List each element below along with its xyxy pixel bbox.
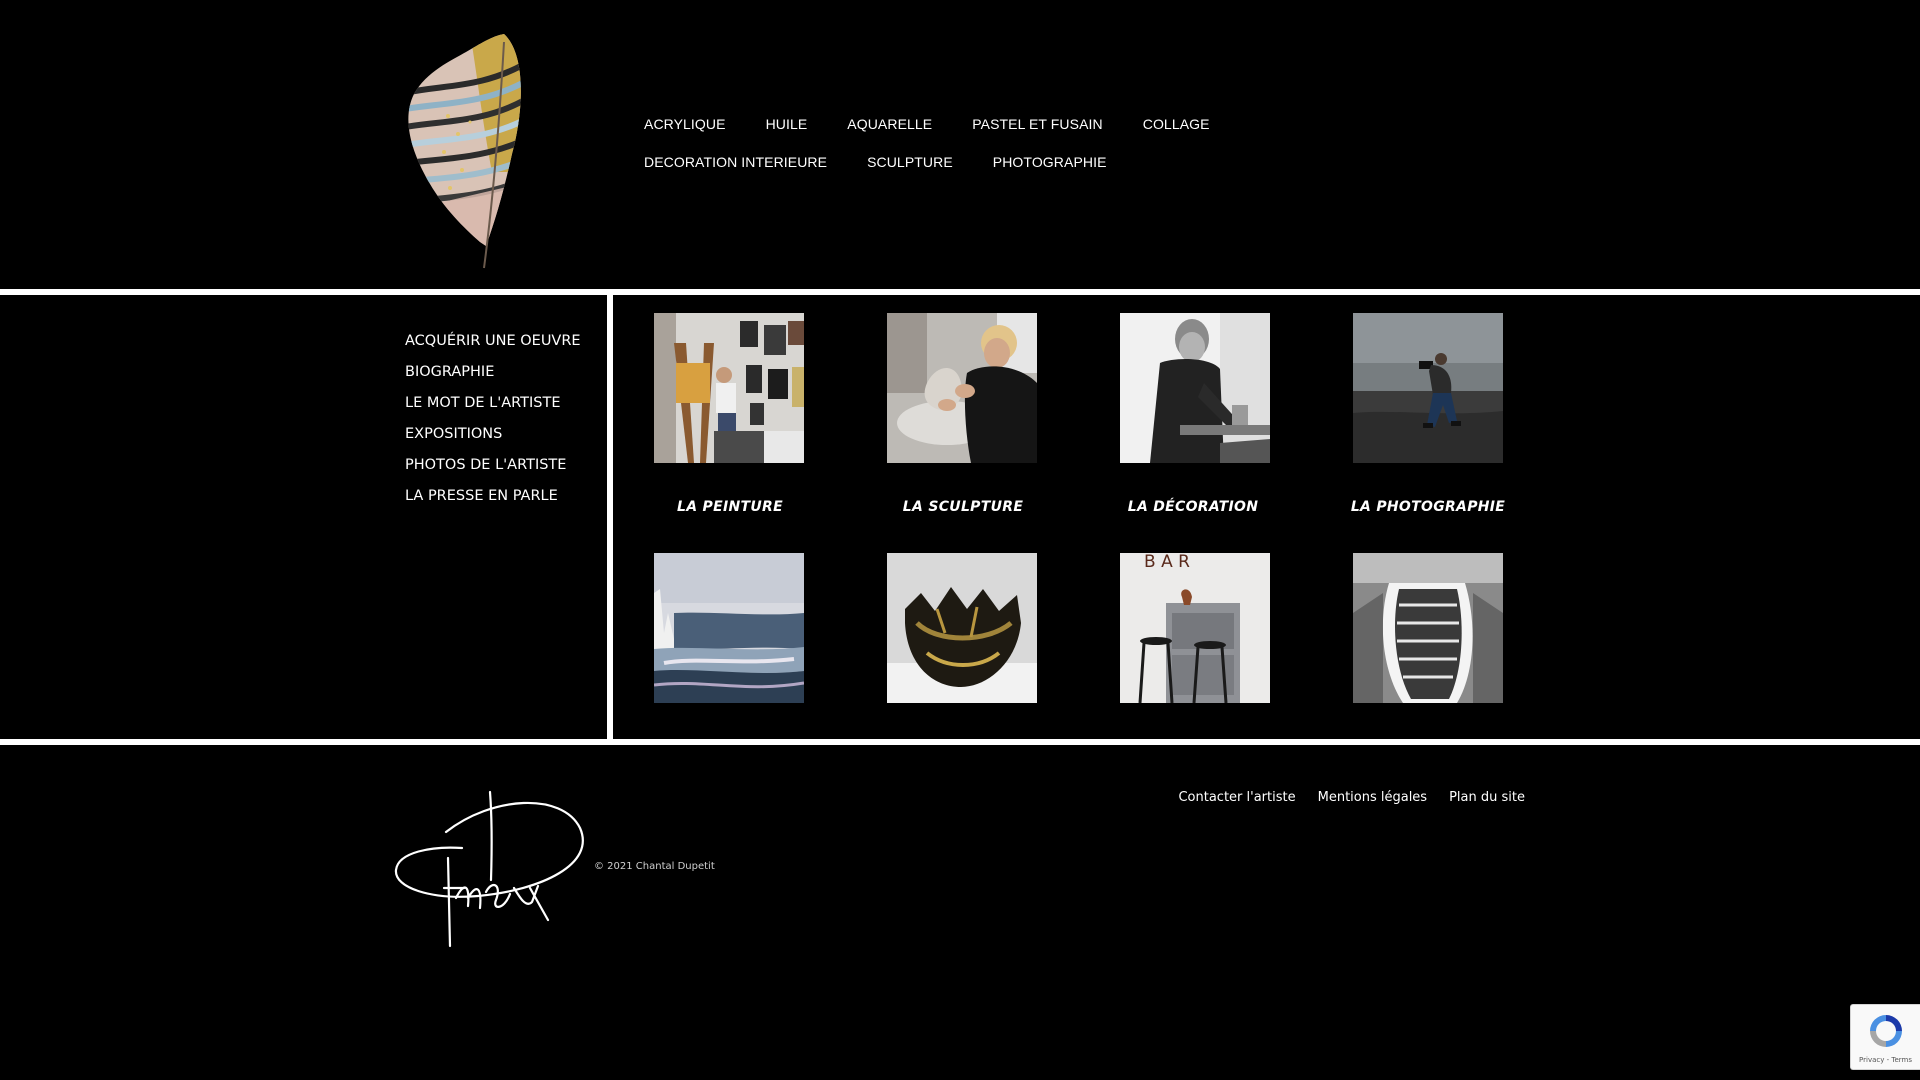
artist-painting-photo [654, 313, 804, 463]
tile-artwork-decoration[interactable]: B A R [1120, 553, 1270, 703]
main-nav: ACRYLIQUE HUILE AQUARELLE PASTEL ET FUSA… [624, 112, 1444, 174]
header-divider [0, 289, 1920, 295]
signature-graphic [394, 790, 584, 948]
nav-collage[interactable]: COLLAGE [1123, 112, 1230, 136]
footer-divider [0, 739, 1920, 745]
tile-artwork-painting[interactable] [654, 553, 804, 703]
tile-artist-decorating[interactable] [1120, 313, 1270, 463]
recaptcha-badge[interactable]: Privacy - Terms [1850, 1004, 1920, 1070]
sidebar-nav: ACQUÉRIR UNE OEUVRE BIOGRAPHIE LE MOT DE… [405, 326, 605, 512]
nav-pastel-et-fusain[interactable]: PASTEL ET FUSAIN [952, 112, 1123, 136]
bronze-bowl-sculpture [887, 553, 1037, 703]
nav-photographie[interactable]: PHOTOGRAPHIE [973, 150, 1127, 174]
category-photographie[interactable]: LA PHOTOGRAPHIE [1318, 499, 1538, 515]
feather-logo[interactable] [400, 32, 528, 272]
seascape-painting [654, 553, 804, 703]
tile-artwork-photography[interactable] [1353, 553, 1503, 703]
nav-huile[interactable]: HUILE [746, 112, 828, 136]
artist-decorating-photo [1120, 313, 1270, 463]
copyright-text: © 2021 Chantal Dupetit [594, 861, 715, 872]
sidebar-item-expositions[interactable]: EXPOSITIONS [405, 419, 605, 450]
recaptcha-icon [1869, 1015, 1902, 1047]
site-header: ACRYLIQUE HUILE AQUARELLE PASTEL ET FUSA… [0, 0, 1920, 288]
bar-furniture-decoration: B A R [1120, 553, 1270, 703]
artist-signature [392, 788, 588, 948]
recaptcha-terms: Privacy - Terms [1859, 1056, 1912, 1064]
category-sculpture[interactable]: LA SCULPTURE [853, 499, 1073, 515]
nav-sculpture[interactable]: SCULPTURE [847, 150, 973, 174]
footer-link-plan[interactable]: Plan du site [1449, 790, 1525, 805]
tile-artist-painting[interactable] [654, 313, 804, 463]
nav-decoration-interieure[interactable]: DECORATION INTERIEURE [624, 150, 847, 174]
tile-artist-photographing[interactable] [1353, 313, 1503, 463]
tile-artwork-sculpture[interactable] [887, 553, 1037, 703]
sidebar-item-biographie[interactable]: BIOGRAPHIE [405, 357, 605, 388]
nav-aquarelle[interactable]: AQUARELLE [827, 112, 952, 136]
sidebar-item-mot-artiste[interactable]: LE MOT DE L'ARTISTE [405, 388, 605, 419]
page: ACRYLIQUE HUILE AQUARELLE PASTEL ET FUSA… [0, 0, 1920, 1080]
category-decoration[interactable]: LA DÉCORATION [1083, 499, 1303, 515]
nav-acrylique[interactable]: ACRYLIQUE [624, 112, 746, 136]
footer-nav: Contacter l'artiste Mentions légales Pla… [1178, 790, 1525, 805]
sidebar-item-photos-artiste[interactable]: PHOTOS DE L'ARTISTE [405, 450, 605, 481]
artist-sculpting-photo [887, 313, 1037, 463]
boat-photograph [1353, 553, 1503, 703]
artist-photographing-photo [1353, 313, 1503, 463]
footer-link-contact[interactable]: Contacter l'artiste [1178, 790, 1295, 805]
bar-sign-text: B A R [1144, 553, 1190, 572]
feather-logo-icon [408, 34, 521, 269]
footer-link-mentions[interactable]: Mentions légales [1318, 790, 1427, 805]
sidebar-item-acquerir[interactable]: ACQUÉRIR UNE OEUVRE [405, 326, 605, 357]
sidebar-divider [607, 289, 613, 739]
sidebar-item-presse[interactable]: LA PRESSE EN PARLE [405, 481, 605, 512]
category-peinture[interactable]: LA PEINTURE [620, 499, 840, 515]
tile-artist-sculpting[interactable] [887, 313, 1037, 463]
